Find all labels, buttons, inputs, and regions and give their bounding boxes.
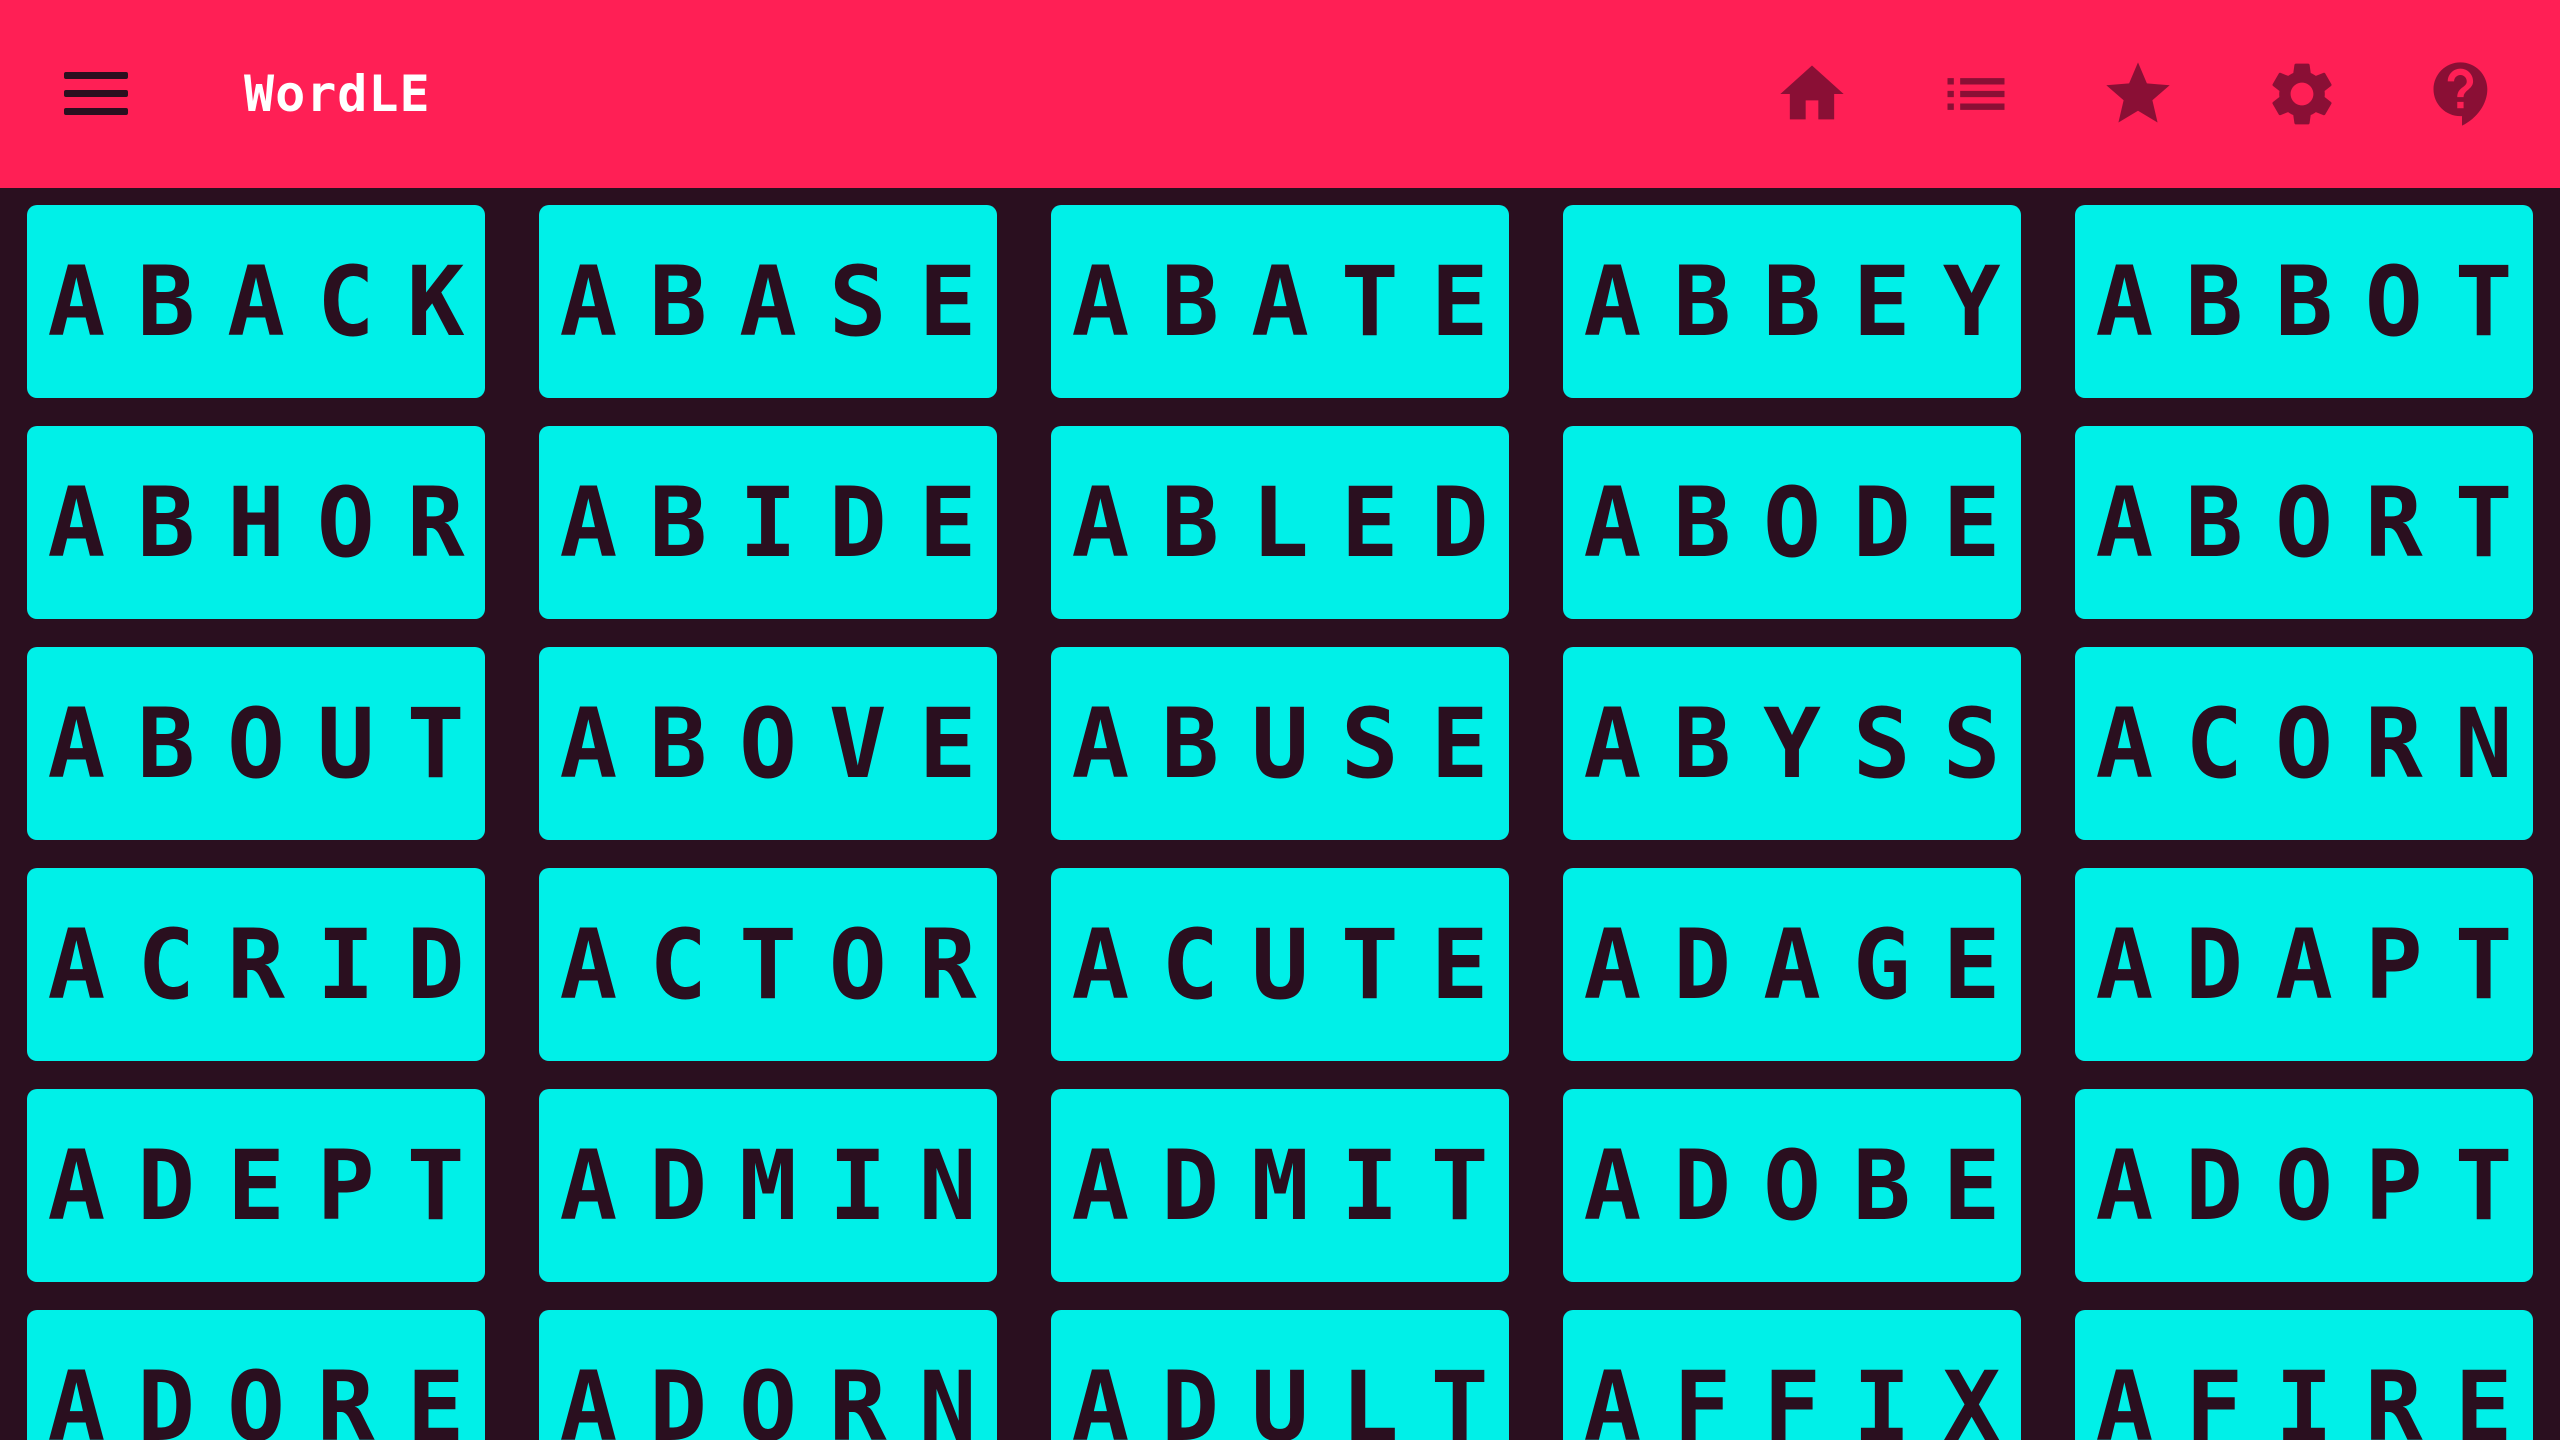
word-tile[interactable]: ADOPT [2075,1089,2533,1282]
word-grid: ABACK ABASE ABATE ABBEY ABBOT ABHOR ABIDE ABLED… [0,188,2560,1440]
word-label: ABODE [1583,466,2033,579]
word-tile[interactable]: ADULT [1051,1310,1509,1440]
word-label: ABHOR [47,466,497,579]
word-tile[interactable]: AFIRE [2075,1310,2533,1440]
word-label: ABOUT [47,687,497,800]
word-label: ACUTE [1071,908,1521,1021]
word-label: ADAPT [2095,908,2545,1021]
word-tile[interactable]: ADAPT [2075,868,2533,1061]
word-label: AFIRE [2095,1350,2545,1440]
word-label: ABLED [1071,466,1521,579]
word-tile[interactable]: ADOBE [1563,1089,2021,1282]
word-label: AFFIX [1583,1350,2033,1440]
word-label: ADOPT [2095,1129,2545,1242]
word-label: ADMIN [559,1129,1009,1242]
app-title: WordLE [244,65,431,123]
word-tile[interactable]: ABOVE [539,647,997,840]
word-tile[interactable]: ADMIT [1051,1089,1509,1282]
word-tile[interactable]: ABLED [1051,426,1509,619]
star-icon[interactable] [2100,56,2176,132]
app-header: WordLE [0,0,2560,188]
word-tile[interactable]: ABIDE [539,426,997,619]
word-tile[interactable]: ACORN [2075,647,2533,840]
word-label: ACORN [2095,687,2545,800]
word-label: ABOVE [559,687,1009,800]
word-label: ADORN [559,1350,1009,1440]
word-label: ACTOR [559,908,1009,1021]
word-label: ABIDE [559,466,1009,579]
word-label: ADORE [47,1350,497,1440]
word-label: ADULT [1071,1350,1521,1440]
word-tile[interactable]: ABBOT [2075,205,2533,398]
word-tile[interactable]: ABODE [1563,426,2021,619]
word-tile[interactable]: ACUTE [1051,868,1509,1061]
word-label: ABYSS [1583,687,2033,800]
word-label: ABASE [559,245,1009,358]
word-label: ACRID [47,908,497,1021]
hamburger-menu-icon[interactable] [56,60,136,128]
word-tile[interactable]: ABASE [539,205,997,398]
word-label: ADEPT [47,1129,497,1242]
word-tile[interactable]: ABBEY [1563,205,2021,398]
word-tile[interactable]: ACRID [27,868,485,1061]
word-label: ABUSE [1071,687,1521,800]
word-tile[interactable]: ABHOR [27,426,485,619]
word-tile[interactable]: AFFIX [1563,1310,2021,1440]
word-tile[interactable]: ACTOR [539,868,997,1061]
word-tile[interactable]: ADAGE [1563,868,2021,1061]
word-label: ABBOT [2095,245,2545,358]
word-tile[interactable]: ABYSS [1563,647,2021,840]
home-icon[interactable] [1774,56,1850,132]
word-label: ABORT [2095,466,2545,579]
word-tile[interactable]: ADORE [27,1310,485,1440]
word-tile[interactable]: ABOUT [27,647,485,840]
word-tile[interactable]: ADMIN [539,1089,997,1282]
word-tile[interactable]: ABATE [1051,205,1509,398]
word-label: ABACK [47,245,497,358]
list-icon[interactable] [1938,56,2014,132]
gear-icon[interactable] [2264,56,2340,132]
word-tile[interactable]: ABORT [2075,426,2533,619]
word-label: ABATE [1071,245,1521,358]
word-tile[interactable]: ABUSE [1051,647,1509,840]
word-tile[interactable]: ABACK [27,205,485,398]
word-tile[interactable]: ADEPT [27,1089,485,1282]
help-icon[interactable] [2424,56,2500,132]
word-label: ADAGE [1583,908,2033,1021]
word-label: ADOBE [1583,1129,2033,1242]
word-label: ADMIT [1071,1129,1521,1242]
word-label: ABBEY [1583,245,2033,358]
word-tile[interactable]: ADORN [539,1310,997,1440]
